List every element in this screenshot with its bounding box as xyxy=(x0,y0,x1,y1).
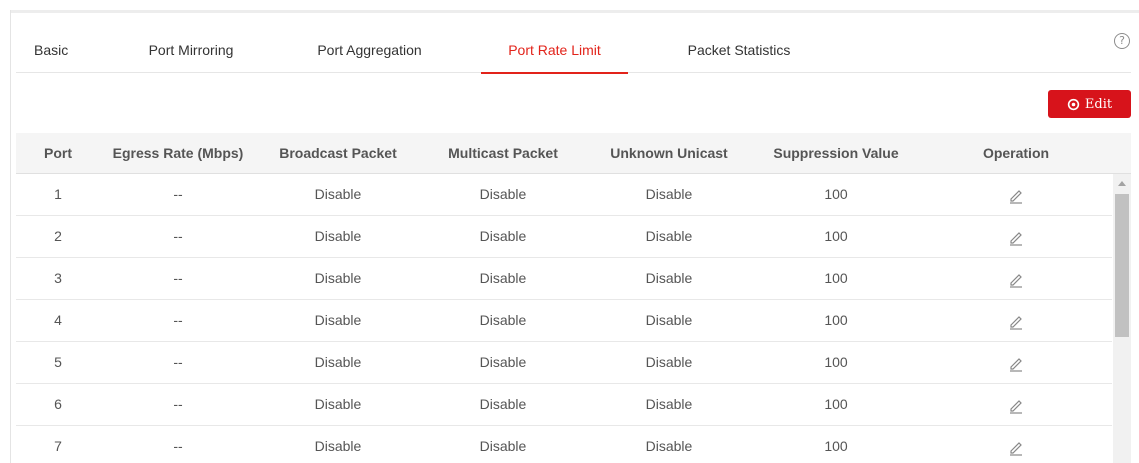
tab-port-rate-limit[interactable]: Port Rate Limit xyxy=(481,32,628,74)
pencil-icon[interactable] xyxy=(1007,186,1025,204)
cell-port: 7 xyxy=(54,438,62,454)
table-row: 2 -- Disable Disable Disable 100 xyxy=(16,216,1112,258)
cell-operation xyxy=(920,216,1112,257)
cell-broadcast: Disable xyxy=(314,186,362,202)
cell-suppression: 100 xyxy=(824,228,848,244)
cell-egress-rate: -- xyxy=(173,228,183,244)
cell-port: 6 xyxy=(54,396,62,412)
cell-broadcast: Disable xyxy=(314,396,362,412)
port-rate-limit-page: Basic Port Mirroring Port Aggregation Po… xyxy=(0,0,1139,463)
gear-icon xyxy=(1067,98,1080,110)
cell-egress-rate: -- xyxy=(173,186,183,202)
cell-multicast: Disable xyxy=(479,354,527,370)
cell-unknown-unicast: Disable xyxy=(645,228,693,244)
table-row: 6 -- Disable Disable Disable 100 xyxy=(16,384,1112,426)
cell-egress-rate: -- xyxy=(173,312,183,328)
cell-port: 2 xyxy=(54,228,62,244)
header-suppression-value: Suppression Value xyxy=(773,145,899,161)
cell-operation xyxy=(920,384,1112,425)
cell-suppression: 100 xyxy=(824,312,848,328)
edit-button-label: Edit xyxy=(1084,96,1113,112)
table-row: 1 -- Disable Disable Disable 100 xyxy=(16,174,1112,216)
table-row: 4 -- Disable Disable Disable 100 xyxy=(16,300,1112,342)
table-header: Port Egress Rate (Mbps) Broadcast Packet… xyxy=(16,133,1131,174)
pencil-icon[interactable] xyxy=(1007,396,1025,414)
cell-suppression: 100 xyxy=(824,354,848,370)
cell-suppression: 100 xyxy=(824,270,848,286)
pencil-icon[interactable] xyxy=(1007,438,1025,456)
cell-operation xyxy=(920,300,1112,341)
cell-egress-rate: -- xyxy=(173,438,183,454)
question-circle-icon[interactable]: ? xyxy=(1114,33,1130,49)
cell-port: 4 xyxy=(54,312,62,328)
cell-egress-rate: -- xyxy=(173,396,183,412)
tab-port-aggregation[interactable]: Port Aggregation xyxy=(305,32,434,73)
tab-port-mirroring[interactable]: Port Mirroring xyxy=(138,32,244,73)
cell-egress-rate: -- xyxy=(173,354,183,370)
table-scrollbar[interactable] xyxy=(1113,174,1131,463)
pencil-icon[interactable] xyxy=(1007,270,1025,288)
table-row: 5 -- Disable Disable Disable 100 xyxy=(16,342,1112,384)
cell-operation xyxy=(920,258,1112,299)
scrollbar-thumb[interactable] xyxy=(1115,194,1129,337)
cell-unknown-unicast: Disable xyxy=(645,270,693,286)
cell-broadcast: Disable xyxy=(314,354,362,370)
cell-multicast: Disable xyxy=(479,270,527,286)
cell-multicast: Disable xyxy=(479,312,527,328)
cell-unknown-unicast: Disable xyxy=(645,186,693,202)
scroll-up-arrow-icon[interactable] xyxy=(1113,174,1131,192)
cell-port: 5 xyxy=(54,354,62,370)
cell-broadcast: Disable xyxy=(314,228,362,244)
cell-suppression: 100 xyxy=(824,438,848,454)
edit-button[interactable]: Edit xyxy=(1048,90,1131,118)
header-multicast-packet: Multicast Packet xyxy=(448,145,558,161)
table-row: 3 -- Disable Disable Disable 100 xyxy=(16,258,1112,300)
cell-operation xyxy=(920,342,1112,383)
cell-port: 1 xyxy=(54,186,62,202)
cell-multicast: Disable xyxy=(479,186,527,202)
header-operation: Operation xyxy=(982,145,1050,161)
tab-bar: Basic Port Mirroring Port Aggregation Po… xyxy=(16,32,1131,74)
tab-basic[interactable]: Basic xyxy=(34,32,68,73)
cell-unknown-unicast: Disable xyxy=(645,396,693,412)
pencil-icon[interactable] xyxy=(1007,228,1025,246)
header-egress-rate: Egress Rate (Mbps) xyxy=(112,145,244,161)
cell-multicast: Disable xyxy=(479,228,527,244)
cell-operation xyxy=(920,174,1112,215)
cell-suppression: 100 xyxy=(824,396,848,412)
cell-unknown-unicast: Disable xyxy=(645,312,693,328)
cell-broadcast: Disable xyxy=(314,438,362,454)
cell-egress-rate: -- xyxy=(173,270,183,286)
cell-broadcast: Disable xyxy=(314,312,362,328)
table-row: 7 -- Disable Disable Disable 100 xyxy=(16,426,1112,463)
header-unknown-unicast: Unknown Unicast xyxy=(610,145,728,161)
cell-port: 3 xyxy=(54,270,62,286)
cell-multicast: Disable xyxy=(479,396,527,412)
cell-unknown-unicast: Disable xyxy=(645,438,693,454)
pencil-icon[interactable] xyxy=(1007,354,1025,372)
pencil-icon[interactable] xyxy=(1007,312,1025,330)
table-body: 1 -- Disable Disable Disable 100 2 -- Di… xyxy=(16,174,1112,463)
tab-packet-statistics[interactable]: Packet Statistics xyxy=(675,32,803,73)
cell-unknown-unicast: Disable xyxy=(645,354,693,370)
port-rate-table: Port Egress Rate (Mbps) Broadcast Packet… xyxy=(16,133,1131,463)
header-broadcast-packet: Broadcast Packet xyxy=(279,145,397,161)
cell-suppression: 100 xyxy=(824,186,848,202)
cell-operation xyxy=(920,426,1112,463)
cell-broadcast: Disable xyxy=(314,270,362,286)
header-port: Port xyxy=(44,145,72,161)
cell-multicast: Disable xyxy=(479,438,527,454)
top-divider xyxy=(10,10,1139,13)
left-divider xyxy=(10,10,11,463)
